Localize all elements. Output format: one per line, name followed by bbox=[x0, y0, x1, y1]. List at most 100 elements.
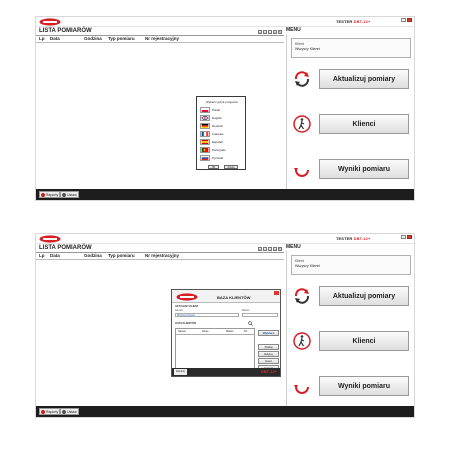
language-option-espanol[interactable]: Español bbox=[200, 138, 223, 145]
title-bar: TESTER DBT-12+ bbox=[36, 234, 414, 244]
first-page-button[interactable]: « bbox=[258, 30, 262, 34]
edit-client-button[interactable]: Edytuj bbox=[258, 351, 279, 357]
update-measurements-button[interactable]: Aktualizuj pomiary bbox=[319, 286, 409, 306]
close-window-button[interactable] bbox=[407, 235, 412, 239]
col-header-lp[interactable]: Lp bbox=[39, 253, 45, 258]
reports-button[interactable]: Raporty bbox=[39, 191, 61, 198]
close-button[interactable]: Zamknij bbox=[174, 369, 187, 375]
settings-button[interactable]: Ustaw bbox=[60, 408, 79, 415]
language-option-polski[interactable]: Polski bbox=[200, 106, 220, 113]
language-label: Português bbox=[212, 147, 226, 152]
language-option-russian[interactable]: Русский bbox=[200, 154, 223, 161]
table-header-city: Miasto bbox=[226, 330, 234, 333]
prev-page-button[interactable]: ‹ bbox=[263, 247, 267, 251]
table-header-name: Nazwa bbox=[178, 330, 186, 333]
settings-icon bbox=[62, 409, 66, 414]
col-header-typ[interactable]: Typ pomiaru bbox=[108, 36, 135, 41]
search-icon[interactable] bbox=[248, 321, 253, 326]
last-page-button[interactable]: » bbox=[273, 30, 277, 34]
client-dialog-title: BAZA KLIENTÓW bbox=[217, 295, 251, 300]
language-dialog: Wybierz język programu Polski English De… bbox=[196, 96, 246, 170]
refresh-button[interactable]: ↻ bbox=[278, 30, 282, 34]
col-header-nr[interactable]: Nr rejestracyjny bbox=[145, 253, 179, 258]
language-option-deutsch[interactable]: Deutsch bbox=[200, 122, 223, 129]
client-value: Wszyscy Klienci bbox=[295, 47, 321, 51]
close-dialog-button[interactable] bbox=[274, 291, 279, 295]
flag-france-icon bbox=[200, 130, 210, 137]
clients-button[interactable]: Klienci bbox=[319, 114, 409, 134]
add-client-button[interactable]: Dodaj bbox=[258, 344, 279, 350]
table-header-phone: Tel bbox=[244, 330, 248, 333]
language-option-francais[interactable]: Français bbox=[200, 130, 224, 137]
tester-brand: DBT-12+ bbox=[353, 19, 371, 24]
flag-uk-icon bbox=[200, 114, 210, 121]
update-measurements-button[interactable]: Aktualizuj pomiary bbox=[319, 69, 409, 89]
client-label: Klient bbox=[295, 42, 304, 46]
flag-russia-icon bbox=[200, 154, 210, 161]
settings-button[interactable]: Ustaw bbox=[60, 191, 79, 198]
settings-icon bbox=[62, 192, 66, 197]
col-header-typ[interactable]: Typ pomiaru bbox=[108, 253, 135, 258]
table-header-divider bbox=[176, 334, 254, 335]
settings-label: Ustaw bbox=[67, 409, 77, 414]
measurement-list[interactable] bbox=[36, 43, 284, 191]
col-header-nr[interactable]: Nr rejestracyjny bbox=[145, 36, 179, 41]
client-box: Klient Wszyscy Klienci bbox=[291, 38, 411, 58]
col-header-godzina[interactable]: Godzina bbox=[84, 36, 102, 41]
ok-button[interactable]: OK bbox=[208, 165, 219, 169]
client-walking-icon bbox=[293, 115, 311, 133]
list-title: LISTA POMIARÓW bbox=[39, 28, 92, 34]
results-button[interactable]: Wyniki pomiaru bbox=[319, 159, 409, 179]
tester-label: TESTER DBT-12+ bbox=[336, 19, 370, 24]
minimize-button[interactable] bbox=[401, 18, 406, 22]
language-label: Polski bbox=[212, 107, 221, 112]
flag-spain-icon bbox=[200, 138, 210, 145]
city-label: Miasto bbox=[242, 309, 250, 312]
window-controls bbox=[401, 235, 412, 239]
select-client-button[interactable]: Wybierz bbox=[258, 330, 279, 336]
language-dialog-title: Wybierz język programu bbox=[205, 100, 239, 104]
delete-client-button[interactable]: Usuń bbox=[258, 358, 279, 364]
client-box: Klient Wszyscy Klienci bbox=[291, 255, 411, 275]
reports-label: Raporty bbox=[46, 192, 59, 197]
col-header-lp[interactable]: Lp bbox=[39, 36, 45, 41]
current-client-city-field[interactable] bbox=[242, 313, 278, 317]
client-list-table[interactable]: Nazwa Adres Miasto Tel bbox=[175, 328, 255, 370]
refresh-arrows-icon bbox=[294, 71, 310, 87]
minimize-button[interactable] bbox=[401, 235, 406, 239]
screenshot-language-dialog: TESTER DBT-12+ LISTA POMIARÓW « ‹ › » ↻ … bbox=[35, 16, 415, 201]
next-page-button[interactable]: › bbox=[268, 247, 272, 251]
results-button[interactable]: Wyniki pomiaru bbox=[319, 376, 409, 396]
current-client-name-field[interactable]: Wszyscy Klienci bbox=[175, 313, 239, 317]
close-window-button[interactable] bbox=[407, 18, 412, 22]
cancel-button[interactable]: Anuluj bbox=[224, 165, 238, 169]
clients-button[interactable]: Klienci bbox=[319, 331, 409, 351]
col-header-data[interactable]: Data bbox=[50, 253, 60, 258]
settings-label: Ustaw bbox=[67, 192, 77, 197]
window-controls bbox=[401, 18, 412, 22]
col-header-data[interactable]: Data bbox=[50, 36, 60, 41]
flag-germany-icon bbox=[200, 122, 210, 129]
next-page-button[interactable]: › bbox=[268, 30, 272, 34]
language-option-portugues[interactable]: Português bbox=[200, 146, 226, 153]
refresh-arrows-icon bbox=[294, 288, 310, 304]
language-option-english[interactable]: English bbox=[200, 114, 222, 121]
bottom-toolbar: Raporty Ustaw bbox=[36, 189, 414, 200]
reports-button[interactable]: Raporty bbox=[39, 408, 61, 415]
col-header-godzina[interactable]: Godzina bbox=[84, 253, 102, 258]
language-label: Deutsch bbox=[212, 123, 224, 128]
language-label: Русский bbox=[212, 155, 224, 160]
language-label: Français bbox=[212, 131, 224, 136]
prev-page-button[interactable]: ‹ bbox=[263, 30, 267, 34]
refresh-button[interactable]: ↻ bbox=[278, 247, 282, 251]
client-list-heading: LISTA KLIENTÓW bbox=[175, 322, 196, 325]
language-label: Español bbox=[212, 139, 223, 144]
reports-icon bbox=[41, 192, 45, 197]
pager: « ‹ › » ↻ bbox=[258, 247, 282, 251]
first-page-button[interactable]: « bbox=[258, 247, 262, 251]
results-arrow-icon bbox=[294, 385, 309, 394]
flag-poland-icon bbox=[200, 106, 210, 113]
last-page-button[interactable]: » bbox=[273, 247, 277, 251]
pager: « ‹ › » ↻ bbox=[258, 30, 282, 34]
tester-brand: DBT-12+ bbox=[353, 236, 371, 241]
